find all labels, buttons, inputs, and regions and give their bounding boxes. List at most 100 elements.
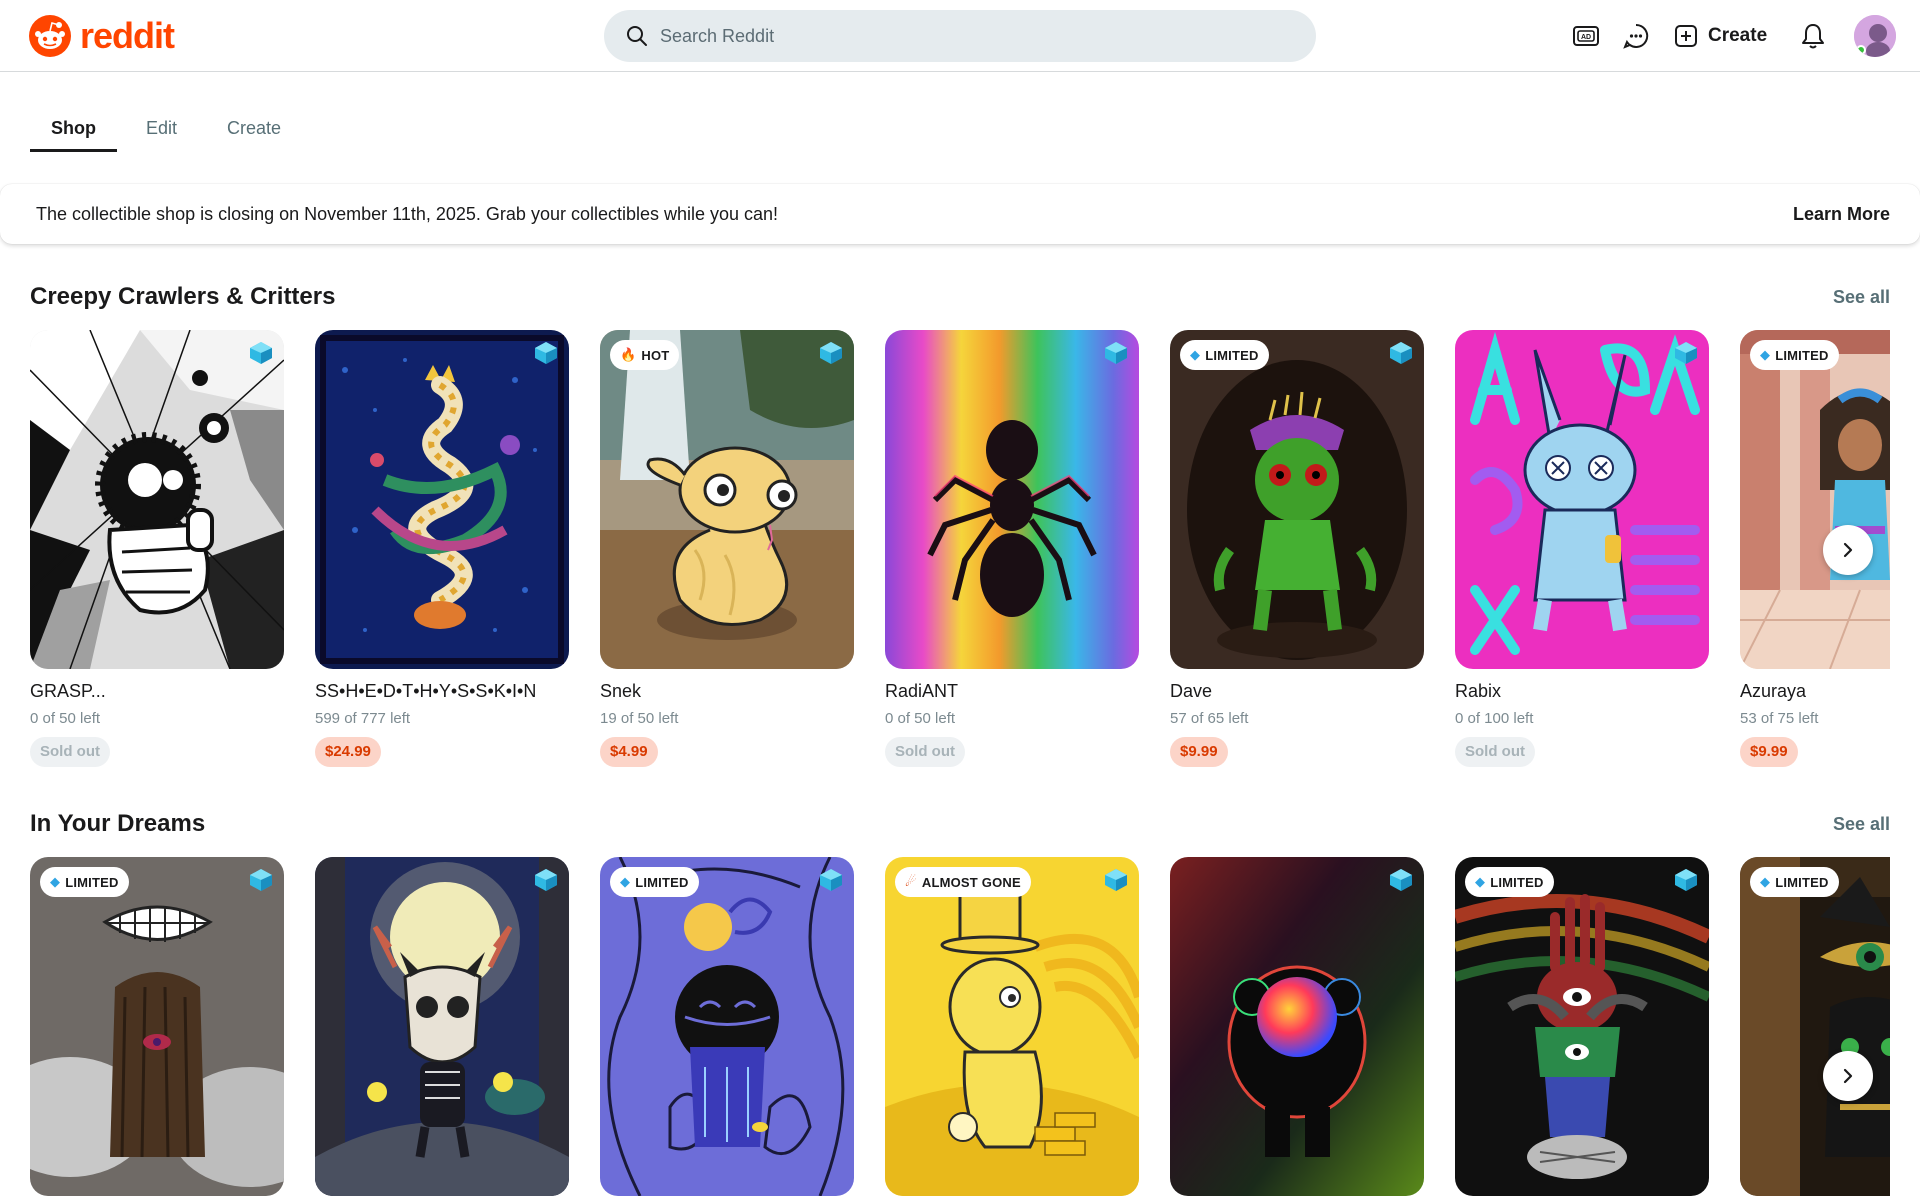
- stock-remaining: 57 of 65 left: [1170, 710, 1249, 727]
- collectible-gem-icon: [1675, 342, 1697, 364]
- collectible-name: Snek: [600, 681, 642, 701]
- collectible-card[interactable]: SS•H•E•D•T•H•Y•S•S•K•I•N 599 of 777 left…: [315, 330, 569, 767]
- badge-label: LIMITED: [1775, 347, 1829, 363]
- collectible-name: SS•H•E•D•T•H•Y•S•S•K•I•N: [315, 681, 537, 701]
- collectible-card[interactable]: ◆ LIMITED: [1455, 857, 1709, 1196]
- card-artwork[interactable]: [30, 330, 284, 669]
- collectibles-row: ◆ LIMITED ◆ LIMITED ☄ ALMOST GONE ◆ LIMI…: [30, 857, 1890, 1200]
- limited-badge: ◆ LIMITED: [610, 867, 699, 897]
- almost-gone-badge: ☄ ALMOST GONE: [895, 867, 1031, 897]
- reddit-logo[interactable]: reddit: [28, 14, 175, 58]
- search-input[interactable]: [660, 25, 1260, 47]
- see-all-link[interactable]: See all: [1833, 287, 1890, 308]
- carousel-next-button[interactable]: [1823, 1051, 1873, 1101]
- grasp-artwork: [30, 330, 284, 669]
- card-artwork[interactable]: ◆ LIMITED: [1455, 857, 1709, 1196]
- collectible-gem-icon: [535, 869, 557, 891]
- limited-badge: ◆ LIMITED: [40, 867, 129, 897]
- price-tag[interactable]: $4.99: [600, 737, 658, 767]
- collectible-card[interactable]: ☄ ALMOST GONE: [885, 857, 1139, 1196]
- collectible-gem-icon: [1675, 869, 1697, 891]
- collectible-card[interactable]: GRASP... 0 of 50 left Sold out: [30, 330, 284, 767]
- collectible-gem-icon: [250, 869, 272, 891]
- limited-badge: ◆ LIMITED: [1180, 340, 1269, 370]
- price-tag[interactable]: $9.99: [1740, 737, 1798, 767]
- plus-box-icon: [1675, 25, 1697, 47]
- collectible-card[interactable]: ◆ LIMITED: [30, 857, 284, 1196]
- chat-icon[interactable]: [1616, 16, 1656, 56]
- collectible-gem-icon: [820, 342, 842, 364]
- price-tag[interactable]: $9.99: [1170, 737, 1228, 767]
- diamond-icon: ◆: [1190, 347, 1201, 362]
- card-artwork[interactable]: [315, 330, 569, 669]
- golden-bunny-artwork: [885, 857, 1139, 1196]
- card-artwork[interactable]: 🔥 HOT: [600, 330, 854, 669]
- search-bar[interactable]: [604, 10, 1316, 62]
- badge-label: LIMITED: [1775, 874, 1829, 890]
- section-title: In Your Dreams: [30, 810, 206, 837]
- collectible-gem-icon: [1105, 342, 1127, 364]
- collectible-name: Dave: [1170, 681, 1213, 701]
- user-avatar[interactable]: [1854, 15, 1896, 57]
- stock-remaining: 0 of 100 left: [1455, 710, 1534, 727]
- snoo-icon: [29, 15, 71, 57]
- skull-deer-artwork: [315, 857, 569, 1196]
- advertise-icon[interactable]: AD: [1566, 16, 1606, 56]
- create-post-button[interactable]: Create: [1668, 16, 1773, 56]
- card-artwork[interactable]: [1170, 857, 1424, 1196]
- top-header: reddit AD Create: [0, 0, 1920, 72]
- card-artwork[interactable]: [1455, 330, 1709, 669]
- chevron-right-icon: [1843, 1068, 1853, 1084]
- card-artwork[interactable]: [315, 857, 569, 1196]
- bell-icon[interactable]: [1793, 16, 1833, 56]
- dream-blob-artwork: [600, 857, 854, 1196]
- collectible-gem-icon: [535, 342, 557, 364]
- see-all-link[interactable]: See all: [1833, 814, 1890, 835]
- collectible-card[interactable]: 🔥 HOT Snek 19 of 50 left $4.99: [600, 330, 854, 767]
- card-artwork[interactable]: ☄ ALMOST GONE: [885, 857, 1139, 1196]
- collectible-card[interactable]: [315, 857, 569, 1196]
- stock-remaining: 53 of 75 left: [1740, 710, 1819, 727]
- banner-text: The collectible shop is closing on Novem…: [36, 203, 779, 224]
- badge-label: HOT: [641, 347, 670, 363]
- badge-label: LIMITED: [1490, 874, 1544, 890]
- stock-remaining: 0 of 50 left: [885, 710, 956, 727]
- card-artwork[interactable]: [885, 330, 1139, 669]
- collectible-card[interactable]: [1170, 857, 1424, 1196]
- stock-remaining: 19 of 50 left: [600, 710, 679, 727]
- logo-wordmark: reddit: [80, 15, 175, 56]
- collectible-card[interactable]: ◆ LIMITED: [1740, 857, 1890, 1196]
- collectible-name: Azuraya: [1740, 681, 1807, 701]
- card-artwork[interactable]: ◆ LIMITED: [1740, 330, 1890, 669]
- collectible-card[interactable]: ◆ LIMITED: [600, 857, 854, 1196]
- eye-hand-artwork: [1455, 857, 1709, 1196]
- collectible-gem-icon: [1390, 869, 1412, 891]
- tab-shop[interactable]: Shop: [30, 104, 117, 152]
- stock-remaining: 599 of 777 left: [315, 710, 411, 727]
- serpent-artwork: [315, 330, 569, 669]
- learn-more-link[interactable]: Learn More: [1793, 204, 1890, 225]
- collectible-card[interactable]: RadiANT 0 of 50 left Sold out: [885, 330, 1139, 767]
- tab-create[interactable]: Create: [206, 104, 302, 152]
- create-label: Create: [1708, 25, 1768, 46]
- stock-remaining: 0 of 50 left: [30, 710, 101, 727]
- chevron-right-icon: [1843, 542, 1853, 558]
- sold-out-tag: Sold out: [30, 737, 110, 767]
- card-artwork[interactable]: ◆ LIMITED: [30, 857, 284, 1196]
- card-artwork[interactable]: ◆ LIMITED: [1740, 857, 1890, 1196]
- price-tag[interactable]: $24.99: [315, 737, 381, 767]
- collectible-card[interactable]: Rabix 0 of 100 left Sold out: [1455, 330, 1709, 767]
- badge-label: ALMOST GONE: [921, 874, 1021, 890]
- diamond-icon: ◆: [1760, 347, 1771, 362]
- card-artwork[interactable]: ◆ LIMITED: [1170, 330, 1424, 669]
- diamond-icon: ◆: [620, 874, 631, 889]
- rabix-artwork: [1455, 330, 1709, 669]
- svg-text:AD: AD: [1581, 34, 1591, 41]
- card-artwork[interactable]: ◆ LIMITED: [600, 857, 854, 1196]
- tab-edit[interactable]: Edit: [125, 104, 198, 152]
- badge-label: LIMITED: [65, 874, 119, 890]
- collectible-card[interactable]: ◆ LIMITED Dave 57 of 65 left $9.99: [1170, 330, 1424, 767]
- diamond-icon: ◆: [50, 874, 61, 889]
- sold-out-tag: Sold out: [885, 737, 965, 767]
- carousel-next-button[interactable]: [1823, 525, 1873, 575]
